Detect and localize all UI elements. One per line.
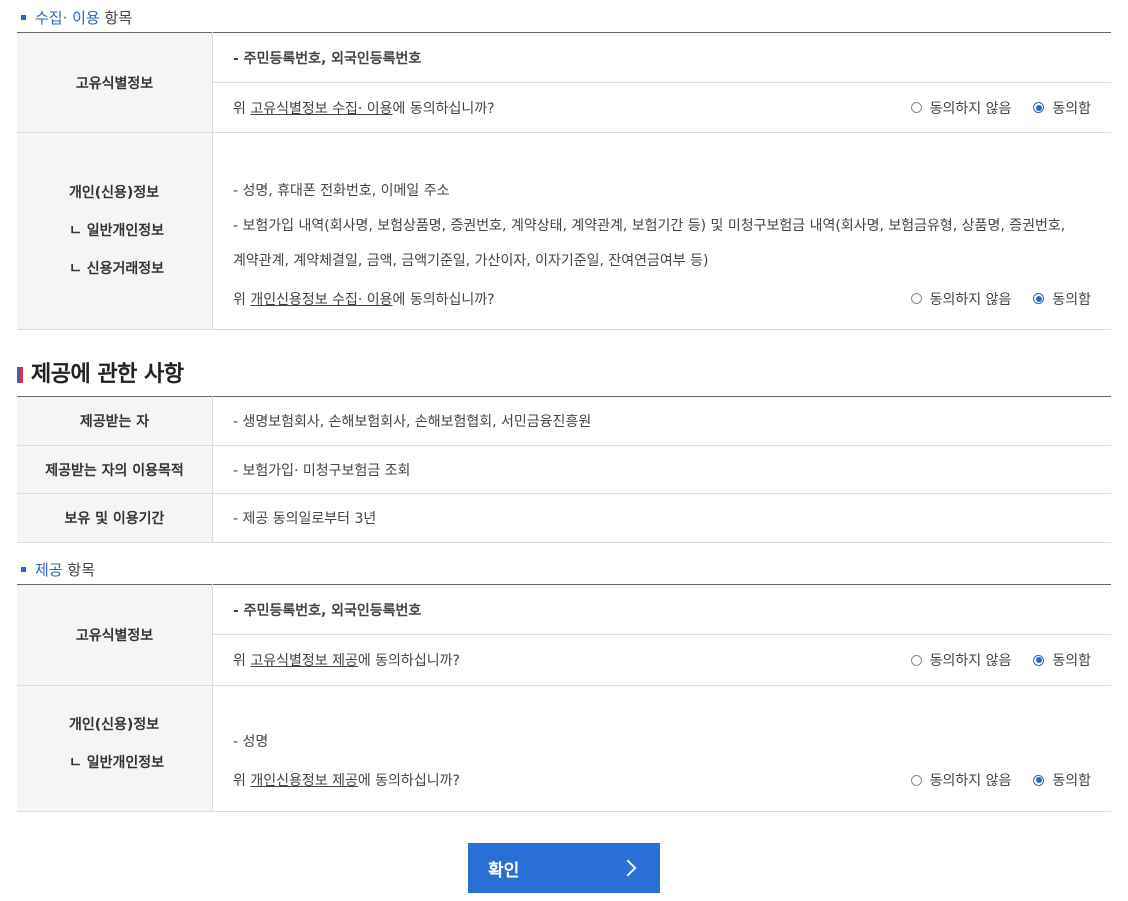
consent-question: 위 고유식별정보 제공에 동의하십니까? (233, 653, 460, 669)
provide-recipient-value: - 생명보험회사, 손해보험회사, 손해보험협회, 서민금융진흥원 (212, 396, 1111, 446)
provide-unique-id-label: 고유식별정보 (17, 584, 213, 686)
provide-period-label: 보유 및 이용기간 (17, 493, 213, 543)
disagree-label[interactable]: 동의하지 않음 (930, 650, 1012, 670)
provide-purpose-value: - 보험가입· 미청구보험금 조회 (212, 445, 1111, 494)
collect-table: 고유식별정보 - 주민등록번호, 외국인등록번호 위 고유식별정보 수집· 이용… (17, 32, 1111, 330)
provide-items-heading: 제공 항목 (17, 559, 95, 579)
collect-unique-id-content: - 주민등록번호, 외국인등록번호 (212, 32, 1111, 83)
credit-info-text-2: 계약관계, 계약체결일, 금액, 금액기준일, 가산이자, 이자기준일, 잔여연… (233, 252, 709, 269)
disagree-label[interactable]: 동의하지 않음 (930, 770, 1012, 790)
consent-radio-group: 동의하지 않음 동의함 (910, 289, 1091, 309)
provide-personal-content: - 성명 위 개인신용정보 제공에 동의하십니까? 동의하지 않음 동의함 (212, 685, 1111, 812)
collect-unique-id-label: 고유식별정보 (17, 32, 213, 133)
agree-radio[interactable] (1033, 102, 1045, 113)
consent-radio-group: 동의하지 않음 동의함 (910, 98, 1091, 118)
agree-radio[interactable] (1033, 654, 1045, 666)
consent-question: 위 개인신용정보 수집· 이용에 동의하십니까? (233, 291, 495, 308)
disagree-radio[interactable] (910, 293, 922, 304)
provide-personal-label: 개인(신용)정보 ㄴ 일반개인정보 (17, 685, 213, 812)
consent-question: 위 고유식별정보 수집· 이용에 동의하십니까? (233, 100, 495, 117)
provide-unique-id-question-row: 위 고유식별정보 제공에 동의하십니까? 동의하지 않음 동의함 (212, 634, 1111, 686)
credit-info-text-1: - 보험가입 내역(회사명, 보험상품명, 증권번호, 계약상태, 계약관계, … (233, 217, 1066, 234)
provide-section-heading: 제공에 관한 사항 (17, 357, 184, 387)
disagree-radio[interactable] (910, 102, 922, 113)
collect-unique-id-question-row: 위 고유식별정보 수집· 이용에 동의하십니까? 동의하지 않음 동의함 (212, 82, 1111, 133)
confirm-button[interactable]: 확인 (468, 843, 660, 893)
agree-label[interactable]: 동의함 (1052, 98, 1091, 118)
collect-personal-label: 개인(신용)정보 ㄴ 일반개인정보 ㄴ 신용거래정보 (17, 132, 213, 330)
provide-period-value: - 제공 동의일로부터 3년 (212, 493, 1111, 543)
collect-items-heading: 수집· 이용 항목 (17, 7, 132, 27)
general-info-text: - 성명 (233, 734, 269, 750)
agree-radio[interactable] (1033, 774, 1045, 786)
agree-label[interactable]: 동의함 (1052, 770, 1091, 790)
consent-radio-group: 동의하지 않음 동의함 (910, 770, 1091, 790)
collect-personal-content: - 성명, 휴대폰 전화번호, 이메일 주소 - 보험가입 내역(회사명, 보험… (212, 132, 1111, 330)
bullet-icon (21, 566, 26, 572)
chevron-right-icon (619, 859, 637, 877)
bullet-icon (21, 14, 26, 20)
disagree-radio[interactable] (910, 774, 922, 786)
provide-info-table: 제공받는 자 - 생명보험회사, 손해보험회사, 손해보험협회, 서민금융진흥원… (17, 396, 1111, 543)
provide-table: 고유식별정보 - 주민등록번호, 외국인등록번호 위 고유식별정보 제공에 동의… (17, 584, 1111, 812)
provide-purpose-label: 제공받는 자의 이용목적 (17, 445, 213, 494)
consent-question: 위 개인신용정보 제공에 동의하십니까? (233, 773, 460, 789)
disagree-label[interactable]: 동의하지 않음 (930, 289, 1012, 309)
provide-unique-id-content: - 주민등록번호, 외국인등록번호 (212, 584, 1111, 635)
agree-radio[interactable] (1033, 293, 1045, 304)
disagree-radio[interactable] (910, 654, 922, 666)
agree-label[interactable]: 동의함 (1052, 289, 1091, 309)
section-flag-icon (17, 367, 23, 383)
consent-radio-group: 동의하지 않음 동의함 (910, 650, 1091, 670)
provide-recipient-label: 제공받는 자 (17, 396, 213, 446)
disagree-label[interactable]: 동의하지 않음 (930, 98, 1012, 118)
general-info-text: - 성명, 휴대폰 전화번호, 이메일 주소 (233, 182, 450, 199)
agree-label[interactable]: 동의함 (1052, 650, 1091, 670)
